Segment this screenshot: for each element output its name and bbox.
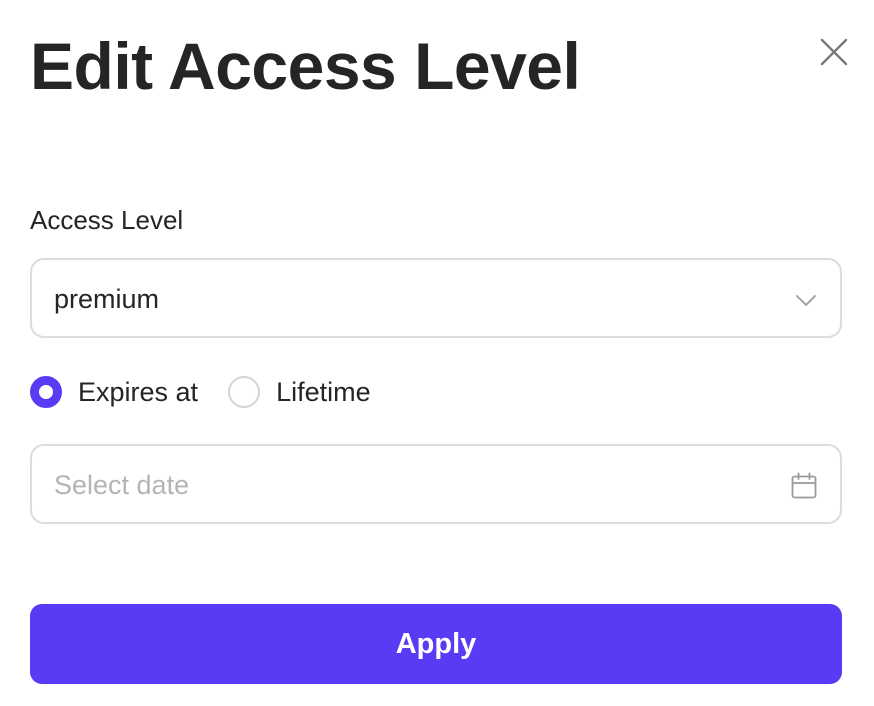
access-level-selected-value: premium <box>54 284 160 314</box>
dialog-title: Edit Access Level <box>30 29 581 103</box>
edit-access-level-dialog: Edit Access Level Access Level premium E… <box>0 0 874 706</box>
radio-option-expires-at[interactable]: Expires at <box>30 375 198 409</box>
lifetime-label: Lifetime <box>276 377 371 407</box>
close-button[interactable] <box>816 34 852 70</box>
chevron-down-icon <box>794 288 818 317</box>
date-picker-input[interactable]: Select date <box>30 444 842 524</box>
date-placeholder: Select date <box>54 470 190 500</box>
lifetime-radio[interactable] <box>228 376 261 408</box>
access-level-label: Access Level <box>30 205 184 235</box>
expiry-radio-group: Expires at Lifetime <box>30 374 371 410</box>
expires-at-radio[interactable] <box>30 376 62 408</box>
expires-at-label: Expires at <box>78 377 199 407</box>
radio-option-lifetime[interactable]: Lifetime <box>228 375 371 409</box>
close-icon <box>816 34 852 70</box>
calendar-icon[interactable] <box>790 472 818 505</box>
access-level-select[interactable]: premium <box>30 258 842 338</box>
apply-button[interactable]: Apply <box>30 604 842 684</box>
